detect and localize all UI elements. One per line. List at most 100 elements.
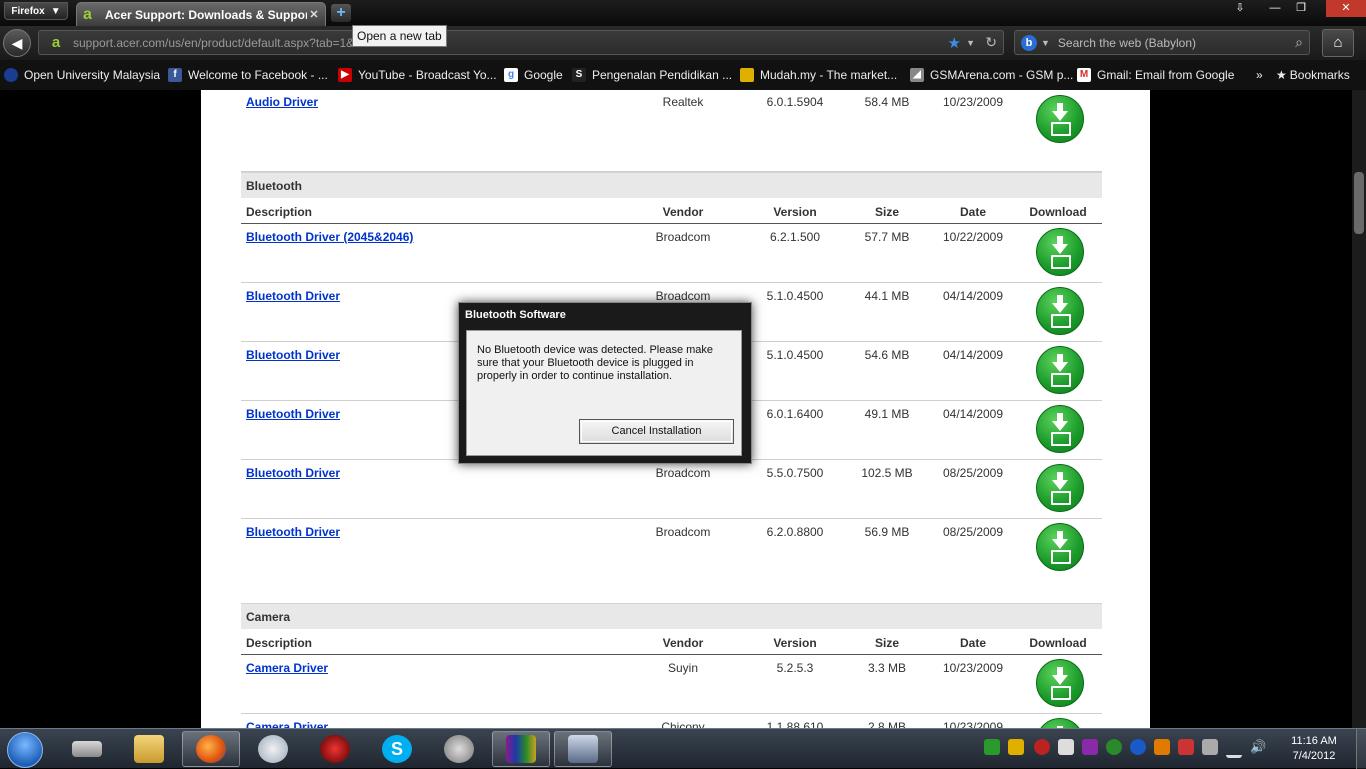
- vendor-cell: Broadcom: [655, 230, 711, 244]
- usb-eject-icon[interactable]: [1202, 739, 1218, 755]
- version-cell: 6.0.1.5904: [766, 95, 824, 109]
- dialog-message: No Bluetooth device was detected. Please…: [477, 344, 714, 382]
- clock-date: 7/4/2012: [1292, 750, 1336, 762]
- bookmark-label: Open University Malaysia: [24, 68, 161, 82]
- tab-list-icon[interactable]: ⇩: [1227, 0, 1253, 17]
- driver-link[interactable]: Camera Driver: [246, 661, 328, 675]
- date-cell: 04/14/2009: [942, 289, 1004, 303]
- installer-icon[interactable]: [554, 731, 612, 767]
- date-cell: 10/23/2009: [942, 661, 1004, 675]
- driver-link[interactable]: Bluetooth Driver: [246, 407, 340, 421]
- close-window-button[interactable]: ✕: [1326, 0, 1366, 17]
- driver-link[interactable]: Bluetooth Driver: [246, 525, 340, 539]
- file-explorer-icon[interactable]: [120, 731, 178, 767]
- search-icon[interactable]: ⌕: [1295, 34, 1303, 51]
- notification-icon[interactable]: [1154, 739, 1170, 755]
- download-icon[interactable]: [1036, 346, 1084, 394]
- back-button[interactable]: ◀: [3, 29, 31, 57]
- home-button[interactable]: ⌂: [1322, 29, 1354, 57]
- printer-icon[interactable]: [1058, 739, 1074, 755]
- action-center-icon[interactable]: [1178, 739, 1194, 755]
- bookmark-label: Google: [524, 68, 563, 82]
- address-bar[interactable]: a support.acer.com/us/en/product/default…: [38, 30, 1004, 55]
- driver-link[interactable]: Bluetooth Driver: [246, 289, 340, 303]
- game-icon[interactable]: [306, 731, 364, 767]
- new-tab-button[interactable]: +: [331, 4, 351, 22]
- search-engine-dropdown-icon[interactable]: ▼: [1041, 38, 1050, 48]
- system-clock[interactable]: 11:16 AM 7/4/2012: [1278, 734, 1350, 764]
- youtube-icon: ▶: [338, 68, 352, 82]
- bookmark-item[interactable]: g Google: [504, 67, 563, 83]
- bookmark-item[interactable]: Open University Malaysia: [4, 67, 160, 83]
- dialog-body: No Bluetooth device was detected. Please…: [466, 330, 742, 456]
- bookmark-label: Mudah.my - The market...: [760, 68, 898, 82]
- bookmark-item[interactable]: ▶ YouTube - Broadcast Yo...: [338, 67, 497, 83]
- size-cell: 49.1 MB: [864, 407, 910, 421]
- tab-acer-support[interactable]: a Acer Support: Downloads & Support D...…: [76, 2, 326, 26]
- reload-icon[interactable]: ↻: [985, 34, 997, 51]
- version-cell: 5.1.0.4500: [766, 289, 824, 303]
- driver-link[interactable]: Bluetooth Driver (2045&2046): [246, 230, 413, 244]
- update-icon[interactable]: [1130, 739, 1146, 755]
- app-tray-icon[interactable]: [1082, 739, 1098, 755]
- history-dropdown-icon[interactable]: ▼: [966, 38, 975, 48]
- network-share-icon[interactable]: [984, 739, 1000, 755]
- security-icon[interactable]: [1008, 739, 1024, 755]
- firefox-icon[interactable]: [182, 731, 240, 767]
- search-input[interactable]: Search the web (Babylon): [1058, 36, 1295, 50]
- site-identity-icon[interactable]: a: [45, 34, 67, 51]
- cancel-installation-button[interactable]: Cancel Installation: [579, 419, 734, 444]
- utorrent-icon[interactable]: [1106, 739, 1122, 755]
- table-row: Camera Driver Chicony 1.1.88.610 2.8 MB …: [241, 714, 1102, 728]
- bookmark-item[interactable]: ◢ GSMArena.com - GSM p...: [910, 67, 1073, 83]
- download-icon[interactable]: [1036, 287, 1084, 335]
- header-description: Description: [246, 205, 313, 219]
- volume-icon[interactable]: 🔊: [1250, 739, 1266, 755]
- driver-link[interactable]: Bluetooth Driver: [246, 348, 340, 362]
- scrollbar-thumb[interactable]: [1354, 172, 1364, 234]
- winrar-icon[interactable]: [492, 731, 550, 767]
- media-icon[interactable]: [430, 731, 488, 767]
- bookmark-item[interactable]: M Gmail: Email from Google: [1077, 67, 1234, 83]
- bookmark-star-icon[interactable]: ★: [948, 34, 961, 52]
- version-cell: 5.2.5.3: [776, 661, 814, 675]
- skype-icon[interactable]: S: [368, 731, 426, 767]
- driver-link[interactable]: Bluetooth Driver: [246, 466, 340, 480]
- start-button[interactable]: [2, 730, 48, 768]
- maximize-button[interactable]: ❐: [1288, 0, 1314, 17]
- download-icon[interactable]: [1036, 95, 1084, 143]
- wifi-signal-icon[interactable]: [1226, 739, 1242, 758]
- bookmark-item[interactable]: S Pengenalan Pendidikan ...: [572, 67, 732, 83]
- close-tab-icon[interactable]: ✕: [307, 8, 321, 22]
- download-icon[interactable]: [1036, 228, 1084, 276]
- vertical-scrollbar[interactable]: [1352, 90, 1366, 728]
- download-icon[interactable]: [1036, 659, 1084, 707]
- search-bar[interactable]: b ▼ Search the web (Babylon) ⌕: [1014, 30, 1310, 55]
- new-tab-tooltip: Open a new tab: [352, 25, 447, 47]
- minimize-button[interactable]: —: [1262, 0, 1288, 17]
- bookmark-label: YouTube - Broadcast Yo...: [358, 68, 497, 82]
- game-tray-icon[interactable]: [1034, 739, 1050, 755]
- usb-drive-icon[interactable]: [58, 731, 116, 767]
- google-icon: g: [504, 68, 518, 82]
- clock-time: 11:16 AM: [1291, 735, 1337, 747]
- table-row: Bluetooth Driver (2045&2046) Broadcom 6.…: [241, 224, 1102, 283]
- bookmarks-menu-button[interactable]: ★ Bookmarks: [1276, 67, 1350, 83]
- size-cell: 56.9 MB: [864, 525, 910, 539]
- download-icon[interactable]: [1036, 523, 1084, 571]
- download-icon[interactable]: [1036, 718, 1084, 728]
- babylon-icon[interactable]: b: [1021, 34, 1037, 51]
- driver-link[interactable]: Camera Driver: [246, 720, 328, 728]
- bookmark-label: Pengenalan Pendidikan ...: [592, 68, 733, 82]
- section-title-bluetooth: Bluetooth: [241, 172, 1102, 198]
- download-icon[interactable]: [1036, 464, 1084, 512]
- paint-icon[interactable]: [244, 731, 302, 767]
- driver-link[interactable]: Audio Driver: [246, 95, 318, 109]
- bookmark-item[interactable]: Mudah.my - The market...: [740, 67, 897, 83]
- show-desktop-button[interactable]: [1356, 729, 1366, 769]
- vendor-cell: Broadcom: [655, 289, 711, 303]
- bookmark-item[interactable]: f Welcome to Facebook - ...: [168, 67, 328, 83]
- more-bookmarks-chevron-icon[interactable]: »: [1256, 67, 1263, 83]
- download-icon[interactable]: [1036, 405, 1084, 453]
- firefox-menu-button[interactable]: Firefox ▼: [4, 2, 68, 20]
